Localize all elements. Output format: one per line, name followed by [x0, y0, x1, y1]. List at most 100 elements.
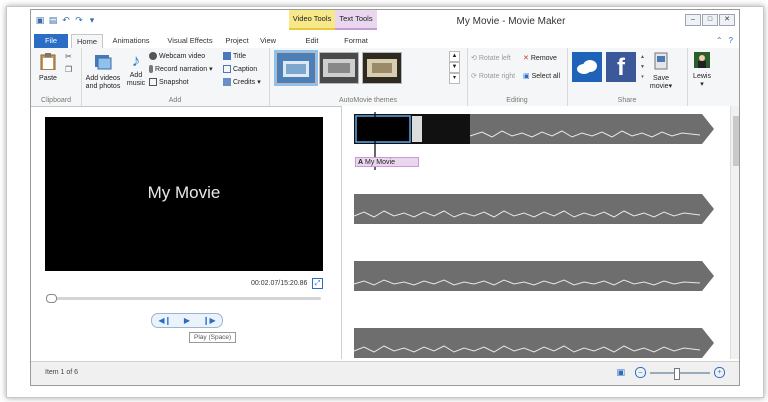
next-frame-icon[interactable]: ❙▶	[203, 314, 216, 327]
maximize-button[interactable]: □	[702, 14, 718, 26]
add-group-label: Add	[168, 97, 182, 104]
webcam-video-button[interactable]: Webcam video	[149, 52, 205, 60]
customize-qat-icon[interactable]: ▾	[87, 15, 97, 25]
theme-cinematic[interactable]	[319, 52, 359, 84]
onedrive-button[interactable]	[572, 52, 602, 82]
add-music-label: Add	[129, 72, 143, 79]
account-button[interactable]: Lewis ▾	[689, 52, 715, 89]
storyboard: A My Movie	[341, 106, 739, 359]
caption-label: Caption	[233, 65, 258, 73]
clip-row-2[interactable]	[353, 194, 714, 224]
editing-group: ⟲ Rotate left ⟳ Rotate right ✕ Remove ▣ …	[467, 48, 568, 106]
scrollbar-thumb[interactable]	[733, 116, 739, 166]
narration-label: Record narration	[155, 65, 208, 73]
seek-bar[interactable]	[47, 297, 321, 300]
camera-icon	[149, 78, 157, 86]
title-bar: ▣ ▤ ↶ ↷ ▾ Video Tools Text Tools My Movi…	[31, 10, 739, 34]
tab-animations[interactable]: Animations	[107, 34, 155, 48]
microphone-icon	[149, 65, 153, 73]
cut-icon[interactable]: ✂	[65, 52, 72, 61]
facebook-button[interactable]: f	[606, 52, 636, 82]
storyboard-scrollbar[interactable]	[730, 106, 739, 359]
seek-thumb[interactable]	[46, 294, 57, 303]
play-icon[interactable]: ▶	[184, 314, 190, 327]
save-movie-button[interactable]: Save movie▾	[648, 52, 674, 91]
credits-label: Credits	[233, 78, 256, 86]
movie-maker-window: ▣ ▤ ↶ ↷ ▾ Video Tools Text Tools My Movi…	[30, 9, 740, 386]
theme-contemporary[interactable]	[274, 50, 318, 86]
playback-controls: ◀❙ ▶ ❙▶	[151, 313, 223, 328]
film-photo-icon	[95, 55, 112, 70]
select-all-icon: ▣	[523, 73, 530, 80]
help-icon[interactable]: ?	[729, 36, 733, 45]
app-icon[interactable]: ▣	[35, 15, 45, 25]
select-all-button[interactable]: ▣ Select all	[523, 72, 561, 81]
redo-icon[interactable]: ↷	[74, 15, 84, 25]
tab-file[interactable]: File	[34, 34, 68, 48]
clipboard-icon	[40, 53, 56, 71]
tab-visual-effects[interactable]: Visual Effects	[161, 34, 219, 48]
add-photos-label: and photos	[85, 83, 121, 90]
save-movie-label-2: movie	[649, 83, 669, 90]
theme-thumbnail	[277, 53, 315, 83]
add-videos-label: Add videos	[85, 75, 121, 82]
add-videos-button[interactable]: Add videos and photos	[83, 52, 123, 91]
ribbon: Paste ✂ ❐ Clipboard Add videos and photo…	[31, 48, 739, 107]
music-note-icon: ♪	[131, 51, 141, 70]
paste-label: Paste	[39, 75, 57, 82]
select-all-label: Select all	[531, 72, 561, 80]
zoom-out-button[interactable]: –	[635, 367, 646, 378]
share-gallery-more[interactable]: ▲ ▼ ▾	[639, 52, 646, 82]
zoom-slider[interactable]	[650, 367, 710, 380]
remove-button[interactable]: ✕ Remove	[523, 54, 557, 63]
preview-monitor[interactable]: My Movie	[45, 117, 323, 271]
account-name: Lewis	[693, 73, 711, 80]
snapshot-label: Snapshot	[159, 78, 189, 86]
account-group: Lewis ▾	[687, 48, 717, 106]
add-music-button[interactable]: ♪ Add music	[125, 52, 147, 88]
caption-button[interactable]: Caption	[223, 65, 257, 73]
undo-icon[interactable]: ↶	[61, 15, 71, 25]
minimize-ribbon-icon[interactable]: ⌃	[716, 36, 723, 45]
credits-button[interactable]: Credits ▾	[223, 78, 261, 86]
storyboard-tracks	[353, 112, 714, 358]
snapshot-button[interactable]: Snapshot	[149, 78, 189, 86]
paste-button[interactable]: Paste	[37, 52, 59, 83]
rotate-left-label: Rotate left	[478, 54, 511, 62]
theme-fade[interactable]	[362, 52, 402, 84]
title-icon	[223, 52, 231, 60]
title-button[interactable]: Title	[223, 52, 246, 60]
tab-edit[interactable]: Edit	[289, 34, 335, 48]
zoom-in-button[interactable]: +	[714, 367, 725, 378]
tab-home[interactable]: Home	[71, 34, 103, 49]
rotate-right-icon: ⟳	[471, 73, 477, 80]
preview-title-text: My Movie	[147, 183, 221, 202]
webcam-icon	[149, 52, 157, 60]
rotate-left-button[interactable]: ⟲ Rotate left	[471, 54, 511, 63]
save-icon[interactable]: ▤	[48, 15, 58, 25]
gallery-expand[interactable]: ▾	[449, 73, 460, 84]
fullscreen-icon[interactable]: ⤢	[312, 278, 323, 289]
tab-project[interactable]: Project	[223, 34, 251, 48]
automovie-themes-label: AutoMovie themes	[339, 97, 397, 104]
clip-row-4[interactable]	[353, 328, 714, 358]
thumbnail-size-icon[interactable]: ▣	[616, 367, 625, 378]
chevron-down-icon: ▾	[668, 83, 673, 90]
rotate-right-button[interactable]: ⟳ Rotate right	[471, 72, 515, 81]
record-narration-button[interactable]: Record narration ▾	[149, 65, 213, 73]
previous-frame-icon[interactable]: ◀❙	[158, 314, 171, 327]
minimize-button[interactable]: –	[685, 14, 701, 26]
caption-clip[interactable]: A My Movie	[355, 157, 419, 167]
zoom-slider-thumb[interactable]	[674, 367, 680, 380]
tab-format[interactable]: Format	[335, 34, 377, 48]
gallery-scroll-down[interactable]: ▼	[449, 62, 460, 73]
timecode: 00:02.07/15:20.86	[251, 280, 308, 287]
add-music-label-2: music	[126, 80, 146, 87]
close-button[interactable]: ✕	[719, 14, 735, 26]
gallery-scroll-up[interactable]: ▲	[449, 51, 460, 62]
copy-icon[interactable]: ❐	[65, 65, 72, 74]
theme-thumbnail	[363, 53, 401, 83]
credits-icon	[223, 78, 231, 86]
tab-view[interactable]: View	[257, 34, 279, 48]
clip-row-3[interactable]	[353, 261, 714, 291]
